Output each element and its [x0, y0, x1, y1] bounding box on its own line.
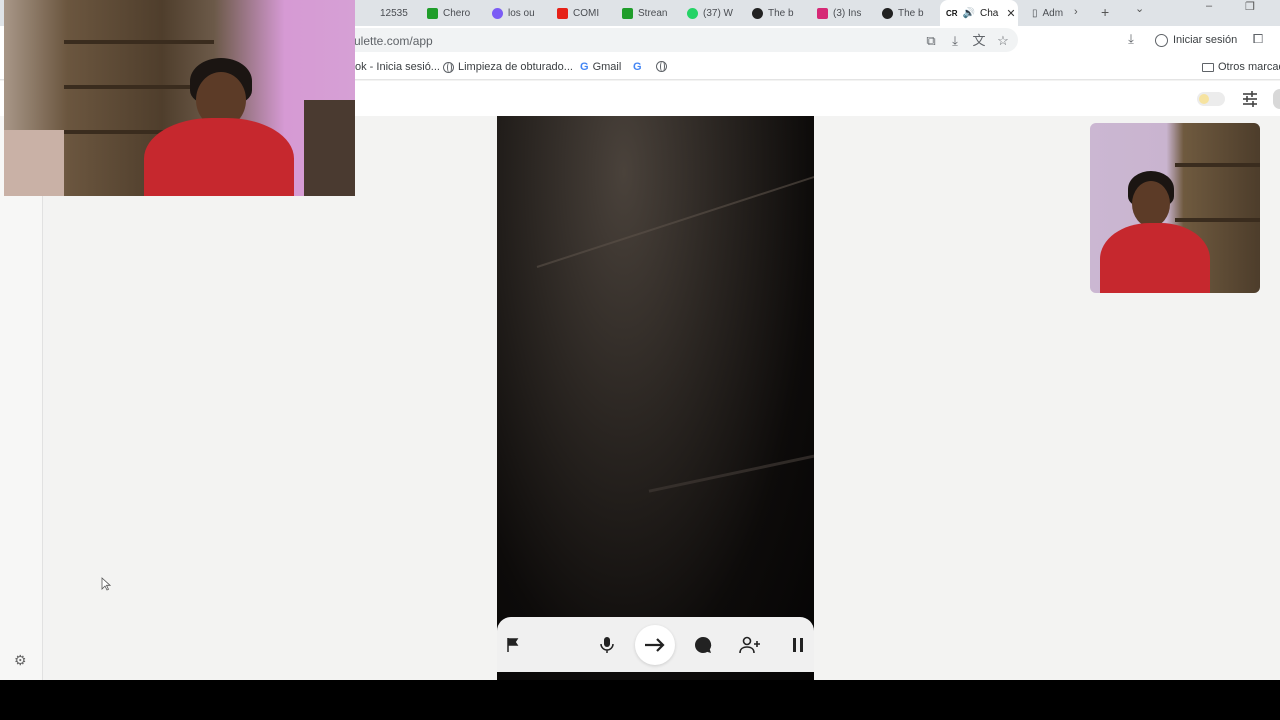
mouse-cursor-icon	[101, 577, 111, 591]
video-detail	[648, 452, 814, 493]
pause-icon	[793, 638, 803, 652]
next-button[interactable]	[635, 625, 675, 665]
other-bookmarks[interactable]: Otros marcad	[1202, 61, 1280, 73]
instagram-icon	[817, 7, 828, 19]
tab-active-badge: CR	[946, 8, 958, 18]
letterbox-bar	[0, 680, 1280, 720]
add-friend-button[interactable]	[734, 629, 766, 661]
signin-label: Iniciar sesión	[1173, 34, 1238, 46]
tab-8[interactable]: (3) Ins	[817, 0, 861, 26]
pillow-detail	[4, 130, 64, 196]
tab-9-title: The b	[898, 7, 924, 19]
tab-4-title: COMI	[573, 7, 600, 19]
video-detail	[536, 167, 814, 268]
tab-1[interactable]: 12535	[380, 0, 408, 26]
google-icon: G	[580, 61, 589, 73]
call-controls-bar	[497, 617, 814, 672]
bookmark-2[interactable]: Limpieza de obturado...	[443, 61, 573, 73]
speaker-icon: 🔊	[962, 7, 976, 19]
tab-8-title: (3) Ins	[833, 7, 862, 19]
self-video-preview	[1090, 123, 1260, 293]
bookshelf-detail	[1175, 163, 1260, 167]
tab-1-title: 12535	[380, 7, 408, 19]
tab-7[interactable]: The b	[752, 0, 794, 26]
tab-6[interactable]: (37) W	[687, 0, 733, 26]
tab-scroll-right-icon[interactable]: ›	[1074, 6, 1078, 20]
microphone-icon	[600, 637, 614, 653]
install-app-icon[interactable]: ⤓	[947, 33, 963, 49]
github-icon	[752, 7, 763, 19]
tab-2-favicon-icon	[427, 7, 438, 19]
settings-gear-icon[interactable]: ⚙	[14, 652, 27, 669]
filters-icon[interactable]	[1241, 90, 1259, 108]
doc-icon: ▯	[1032, 7, 1038, 19]
address-bar[interactable]: ulette.com/app ⧉ ⤓ 文 ☆	[330, 28, 1018, 52]
screen: 12535 Chero los ou COMI Strean (37) W Th…	[0, 0, 1280, 680]
folder-icon	[1202, 62, 1214, 72]
streamer-webcam-overlay	[4, 0, 355, 196]
tab-search-chevron-down-icon[interactable]: ⌄	[1135, 2, 1144, 16]
signin-button[interactable]: Iniciar sesión	[1155, 29, 1237, 51]
account-icon	[1155, 33, 1168, 47]
tab-6-title: (37) W	[703, 7, 733, 19]
globe-icon	[656, 61, 667, 72]
pause-button[interactable]	[782, 629, 814, 661]
tab-active-title: Cha	[980, 7, 999, 19]
bookshelf-detail	[1175, 218, 1260, 222]
tab-extra[interactable]: ▯ Adm	[1032, 0, 1063, 26]
chair-detail	[304, 100, 355, 196]
microphone-button[interactable]	[591, 629, 623, 661]
downloads-icon[interactable]: ⤓	[1123, 31, 1139, 47]
bookmark-star-icon[interactable]: ☆	[995, 33, 1011, 49]
flag-icon	[507, 638, 519, 652]
tab-2[interactable]: Chero	[427, 0, 470, 26]
tab-7-title: The b	[768, 7, 794, 19]
avatar[interactable]	[1273, 89, 1280, 109]
add-friend-icon	[739, 636, 760, 654]
picture-in-picture-icon[interactable]: ⧉	[923, 33, 939, 49]
minimize-icon[interactable]: –	[1206, 0, 1212, 14]
tab-5-favicon-icon	[622, 7, 633, 19]
person-shirt	[144, 118, 294, 196]
report-flag-button[interactable]	[497, 629, 529, 661]
tab-extra-title: Adm	[1042, 7, 1064, 19]
extensions-icon[interactable]: ⧠	[1250, 31, 1266, 47]
bookmark-gmail-label: Gmail	[592, 61, 622, 73]
tab-5[interactable]: Strean	[622, 0, 667, 26]
bookshelf-detail	[64, 40, 214, 44]
restore-icon[interactable]: ❐	[1245, 0, 1255, 14]
tab-active[interactable]: CR 🔊 Cha ✕	[940, 0, 1018, 26]
tab-5-title: Strean	[638, 7, 668, 19]
globe-icon	[443, 61, 454, 73]
tab-4[interactable]: COMI	[557, 0, 599, 26]
bookmark-2-label: Limpieza de obturado...	[458, 61, 573, 73]
chat-button[interactable]	[687, 629, 719, 661]
close-tab-icon[interactable]: ✕	[1006, 7, 1015, 20]
bookmark-gmail[interactable]: G Gmail	[580, 61, 621, 73]
tab-2-title: Chero	[443, 7, 471, 19]
youtube-icon	[557, 7, 568, 19]
left-sidebar	[0, 116, 43, 680]
next-arrow-icon	[645, 638, 665, 652]
bookmark-1-label: ok - Inicia sesió...	[355, 61, 440, 73]
person-shirt	[1100, 223, 1210, 293]
tab-3-title: los ou	[508, 7, 535, 19]
tab-3-favicon-icon	[492, 7, 503, 19]
tab-3[interactable]: los ou	[492, 0, 535, 26]
stranger-video	[497, 116, 814, 680]
person-head	[1132, 181, 1170, 227]
google-icon: G	[633, 61, 642, 73]
chat-icon	[695, 636, 712, 653]
translate-icon[interactable]: 文	[971, 33, 987, 49]
url-text: ulette.com/app	[354, 34, 433, 48]
other-bookmarks-label: Otros marcad	[1218, 61, 1280, 73]
bookmark-1[interactable]: ok - Inicia sesió...	[355, 61, 440, 73]
bookmark-google[interactable]: G	[633, 61, 642, 73]
new-tab-icon[interactable]: +	[1101, 4, 1109, 20]
github-icon	[882, 7, 893, 19]
tab-9[interactable]: The b	[882, 0, 924, 26]
whatsapp-icon	[687, 7, 698, 19]
bookmark-globe[interactable]	[656, 61, 667, 72]
theme-toggle[interactable]	[1197, 92, 1225, 106]
